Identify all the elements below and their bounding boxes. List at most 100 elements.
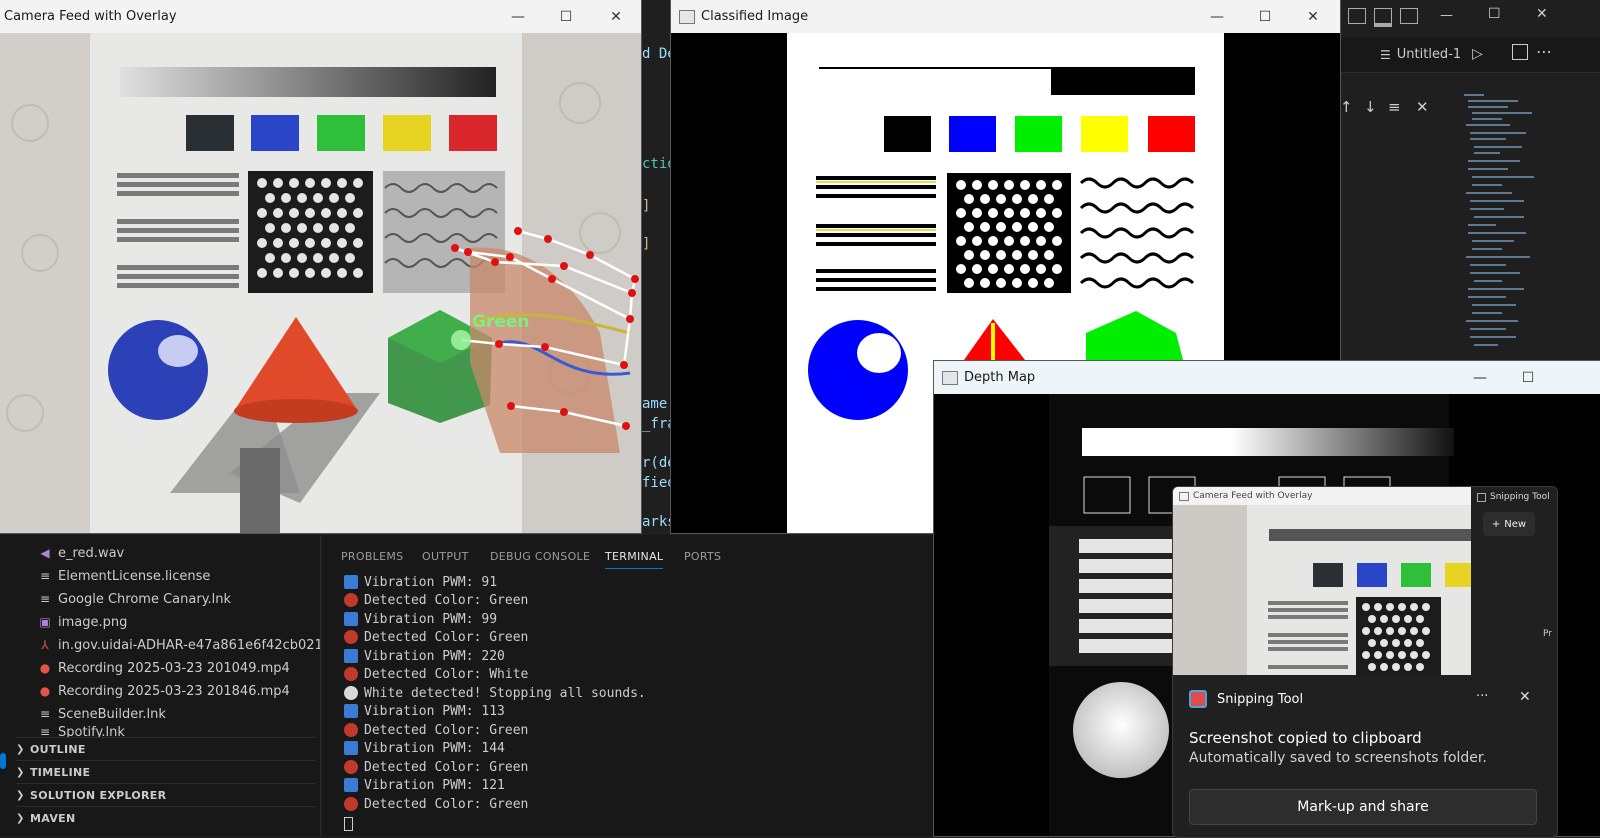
file-name: Recording 2025-03-23 201049.mp4 — [58, 660, 290, 676]
side-partial-text: Pr — [1543, 629, 1552, 639]
tab-terminal[interactable]: TERMINAL — [605, 550, 664, 569]
file-lines-icon: ☰ — [1380, 47, 1391, 62]
toggle-panel-icon[interactable] — [1374, 8, 1392, 27]
dismiss-icon[interactable]: ✕ — [1519, 689, 1531, 705]
toggle-secondary-sidebar-icon[interactable] — [1400, 8, 1418, 24]
tab-untitled[interactable]: ☰ Untitled-1 — [1380, 47, 1461, 62]
bottom-panel: PROBLEMS OUTPUT DEBUG CONSOLE TERMINAL P… — [322, 535, 942, 836]
terminal-line: Detected Color: Green — [344, 758, 528, 776]
explorer-file[interactable]: ≡ Google Chrome Canary.lnk — [38, 588, 231, 610]
chevron-right-icon: ❯ — [16, 812, 25, 824]
camera-feed-window: Camera Feed with Overlay — ☐ ✕ Green — [0, 0, 641, 533]
find-next-icon[interactable]: ↓ — [1364, 98, 1377, 116]
toast-body: Automatically saved to screenshots folde… — [1189, 750, 1487, 766]
window-title: Depth Map — [964, 370, 1036, 385]
minimize-button[interactable]: — — [1457, 361, 1503, 394]
snipping-tool-icon — [1477, 492, 1486, 502]
section-maven[interactable]: ❯ MAVEN — [16, 806, 316, 829]
minimize-button[interactable]: — — [495, 0, 541, 33]
file-icon: ≡ — [39, 707, 51, 721]
file-name: e_red.wav — [58, 545, 125, 561]
terminal-line: Vibration PWM: 144 — [344, 739, 505, 757]
maximize-button[interactable]: ☐ — [1505, 361, 1551, 394]
tab-output[interactable]: OUTPUT — [422, 550, 469, 563]
minimap[interactable] — [1458, 90, 1548, 360]
mute-icon — [344, 686, 358, 700]
camera-titlebar[interactable]: Camera Feed with Overlay — ☐ ✕ — [0, 0, 641, 33]
toggle-sidebar-icon[interactable] — [1348, 8, 1366, 24]
explorer-file[interactable]: ⅄ in.gov.uidai-ADHAR-e47a861e6f42cb021... — [38, 634, 320, 656]
code-fragment: ] — [642, 236, 651, 252]
vscode-minimize-icon[interactable]: — — [1440, 8, 1453, 23]
chevron-right-icon: ❯ — [16, 766, 25, 778]
file-name: ElementLicense.license — [58, 568, 211, 584]
plus-icon: + — [1491, 518, 1501, 530]
vibration-icon — [344, 778, 358, 792]
file-name: Google Chrome Canary.lnk — [58, 591, 232, 607]
explorer-file[interactable]: ◀ e_red.wav — [38, 542, 124, 564]
preview-title: Camera Feed with Overlay — [1193, 491, 1313, 501]
explorer-file[interactable]: ≡ Spotify.lnk — [38, 725, 125, 737]
run-icon[interactable]: ▷ — [1472, 46, 1483, 62]
explorer-file[interactable]: ● Recording 2025-03-23 201049.mp4 — [38, 657, 290, 679]
toast-app-name: Snipping Tool — [1217, 691, 1304, 707]
mark-up-and-share-button[interactable]: Mark-up and share — [1189, 789, 1537, 825]
snipping-tool-app-icon — [1189, 690, 1207, 708]
file-name: Spotify.lnk — [58, 725, 125, 737]
maximize-button[interactable]: ☐ — [543, 0, 589, 33]
vibration-icon — [344, 704, 358, 718]
tab-label: Untitled-1 — [1396, 47, 1462, 62]
tab-debug-console[interactable]: DEBUG CONSOLE — [490, 550, 590, 563]
video-icon: ● — [39, 684, 51, 698]
tab-problems[interactable]: PROBLEMS — [341, 550, 403, 563]
terminal-cursor — [344, 817, 353, 831]
terminal-line: Vibration PWM: 91 — [344, 573, 497, 591]
screenshot-preview[interactable]: Camera Feed with Overlay — [1173, 487, 1471, 675]
audio-icon: ◀ — [40, 546, 50, 560]
file-name: image.png — [58, 614, 128, 630]
snipping-tool-side: Snipping Tool + New Pr — [1471, 487, 1557, 675]
file-icon: ≡ — [39, 569, 51, 583]
more-options-icon[interactable]: ··· — [1476, 689, 1488, 704]
find-close-icon[interactable]: ✕ — [1416, 98, 1429, 116]
find-previous-icon[interactable]: ↑ — [1340, 98, 1353, 116]
section-solution-explorer[interactable]: ❯ SOLUTION EXPLORER — [16, 783, 316, 806]
section-label: MAVEN — [30, 811, 76, 825]
close-button[interactable]: ✕ — [593, 0, 639, 33]
find-selection-icon[interactable]: ≡ — [1388, 98, 1401, 116]
tab-ports[interactable]: PORTS — [684, 550, 721, 563]
terminal-line: Vibration PWM: 121 — [344, 776, 505, 794]
palette-icon — [344, 797, 358, 811]
terminal-line: Detected Color: Green — [344, 628, 528, 646]
palette-icon — [344, 667, 358, 681]
window-title: Classified Image — [701, 9, 809, 24]
new-snip-button[interactable]: + New — [1483, 512, 1535, 536]
terminal-line: Detected Color: Green — [344, 721, 528, 739]
split-editor-icon[interactable] — [1512, 44, 1528, 60]
explorer-file[interactable]: ▣ image.png — [38, 611, 127, 633]
vscode-restore-icon[interactable]: ☐ — [1488, 6, 1501, 22]
section-outline[interactable]: ❯ OUTLINE — [16, 737, 316, 760]
pdf-icon: ⅄ — [41, 638, 49, 652]
preview-titlebar: Camera Feed with Overlay — [1173, 487, 1471, 505]
terminal-line: White detected! Stopping all sounds. — [344, 684, 646, 702]
snipping-tool-notification[interactable]: Camera Feed with Overlay Snipping Tool +… — [1172, 486, 1558, 838]
image-icon: ▣ — [39, 615, 51, 629]
close-button[interactable]: ✕ — [1290, 0, 1336, 33]
vibration-icon — [344, 575, 358, 589]
more-actions-icon[interactable]: ⋯ — [1536, 42, 1552, 61]
maximize-button[interactable]: ☐ — [1242, 0, 1288, 33]
terminal-line: Detected Color: White — [344, 665, 528, 683]
vibration-icon — [344, 612, 358, 626]
classified-titlebar[interactable]: Classified Image — ☐ ✕ — [671, 0, 1340, 33]
side-title: Snipping Tool — [1477, 492, 1550, 502]
explorer-file[interactable]: ≡ SceneBuilder.lnk — [38, 703, 166, 725]
preview-image — [1173, 505, 1471, 675]
minimize-button[interactable]: — — [1194, 0, 1240, 33]
depth-titlebar[interactable]: Depth Map — ☐ — [934, 361, 1600, 394]
explorer-file[interactable]: ● Recording 2025-03-23 201846.mp4 — [38, 680, 290, 702]
vscode-close-icon[interactable]: ✕ — [1536, 6, 1548, 22]
section-timeline[interactable]: ❯ TIMELINE — [16, 760, 316, 783]
palette-icon — [344, 630, 358, 644]
explorer-file[interactable]: ≡ ElementLicense.license — [38, 565, 210, 587]
